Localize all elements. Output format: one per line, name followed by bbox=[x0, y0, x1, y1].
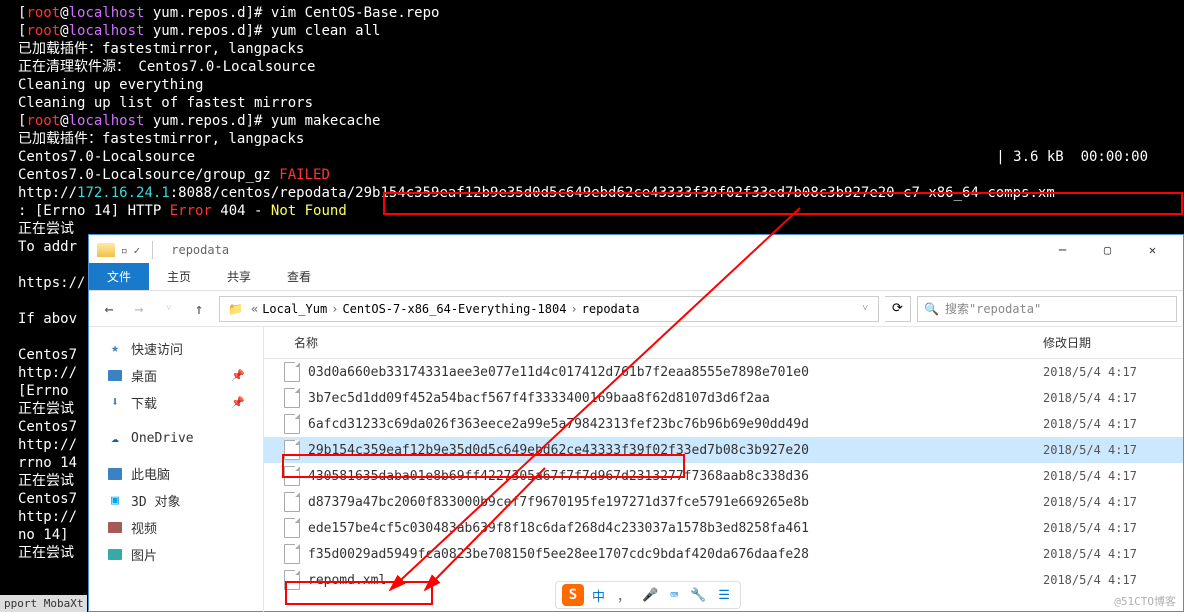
file-date: 2018/5/4 4:17 bbox=[1043, 365, 1183, 379]
file-date: 2018/5/4 4:17 bbox=[1043, 391, 1183, 405]
back-button[interactable]: ← bbox=[95, 295, 123, 323]
file-date: 2018/5/4 4:17 bbox=[1043, 469, 1183, 483]
sidebar-videos[interactable]: 视频 bbox=[89, 514, 263, 541]
ime-lang[interactable]: 中 bbox=[588, 586, 609, 605]
annotation-arrow bbox=[370, 200, 820, 604]
qat-pin-icon[interactable]: ▫ bbox=[121, 244, 128, 257]
file-date: 2018/5/4 4:17 bbox=[1043, 495, 1183, 509]
nav-pane: ★快速访问 桌面📌 ⬇下载📌 ☁OneDrive 此电脑 ▣3D 对象 视频 图… bbox=[89, 327, 264, 612]
sidebar-downloads[interactable]: ⬇下载📌 bbox=[89, 389, 263, 416]
forward-button[interactable]: → bbox=[125, 295, 153, 323]
watermark: @51CTO博客 bbox=[1114, 593, 1176, 609]
ime-punct[interactable]: ， bbox=[613, 586, 634, 605]
window-title: repodata bbox=[171, 243, 229, 257]
ime-toolbar[interactable]: S 中 ， 🎤 ⌨ 🔧 ☰ bbox=[555, 581, 741, 609]
file-icon bbox=[284, 544, 300, 564]
file-icon bbox=[284, 518, 300, 538]
sidebar-pictures[interactable]: 图片 bbox=[89, 541, 263, 568]
sidebar-desktop[interactable]: 桌面📌 bbox=[89, 362, 263, 389]
tab-home[interactable]: 主页 bbox=[149, 263, 209, 290]
ime-menu-icon[interactable]: ☰ bbox=[714, 588, 734, 603]
breadcrumb-item[interactable]: Local_Yum bbox=[262, 302, 327, 316]
search-icon: 🔍 bbox=[924, 302, 939, 316]
file-icon bbox=[284, 492, 300, 512]
file-icon bbox=[284, 388, 300, 408]
sogou-logo-icon[interactable]: S bbox=[562, 584, 584, 606]
recent-dropdown[interactable]: ˅ bbox=[155, 295, 183, 323]
file-date: 2018/5/4 4:17 bbox=[1043, 547, 1183, 561]
maximize-button[interactable]: ▢ bbox=[1085, 236, 1130, 265]
minimize-button[interactable]: ─ bbox=[1040, 236, 1085, 265]
file-icon bbox=[284, 414, 300, 434]
file-date: 2018/5/4 4:17 bbox=[1043, 443, 1183, 457]
tab-view[interactable]: 查看 bbox=[269, 263, 329, 290]
qat-check-icon[interactable]: ✓ bbox=[134, 244, 141, 257]
column-date[interactable]: 修改日期 bbox=[1043, 334, 1183, 351]
sidebar-quick-access[interactable]: ★快速访问 bbox=[89, 335, 263, 362]
file-date: 2018/5/4 4:17 bbox=[1043, 573, 1183, 587]
tab-file[interactable]: 文件 bbox=[89, 263, 149, 290]
ime-keyboard-icon[interactable]: ⌨ bbox=[666, 588, 682, 603]
folder-icon bbox=[97, 243, 115, 257]
tab-share[interactable]: 共享 bbox=[209, 263, 269, 290]
file-date: 2018/5/4 4:17 bbox=[1043, 521, 1183, 535]
sidebar-onedrive[interactable]: ☁OneDrive bbox=[89, 426, 263, 450]
ime-tool-icon[interactable]: 🔧 bbox=[686, 588, 710, 603]
up-button[interactable]: ↑ bbox=[185, 295, 213, 323]
file-date: 2018/5/4 4:17 bbox=[1043, 417, 1183, 431]
search-input[interactable]: 🔍 搜索"repodata" bbox=[917, 296, 1177, 322]
sidebar-thispc[interactable]: 此电脑 bbox=[89, 460, 263, 487]
ime-mic-icon[interactable]: 🎤 bbox=[638, 588, 662, 603]
refresh-button[interactable]: ⟳ bbox=[885, 296, 911, 322]
footer-text: pport MobaXt bbox=[0, 595, 87, 612]
file-icon bbox=[284, 362, 300, 382]
close-button[interactable]: ✕ bbox=[1130, 236, 1175, 265]
sidebar-3d[interactable]: ▣3D 对象 bbox=[89, 487, 263, 514]
